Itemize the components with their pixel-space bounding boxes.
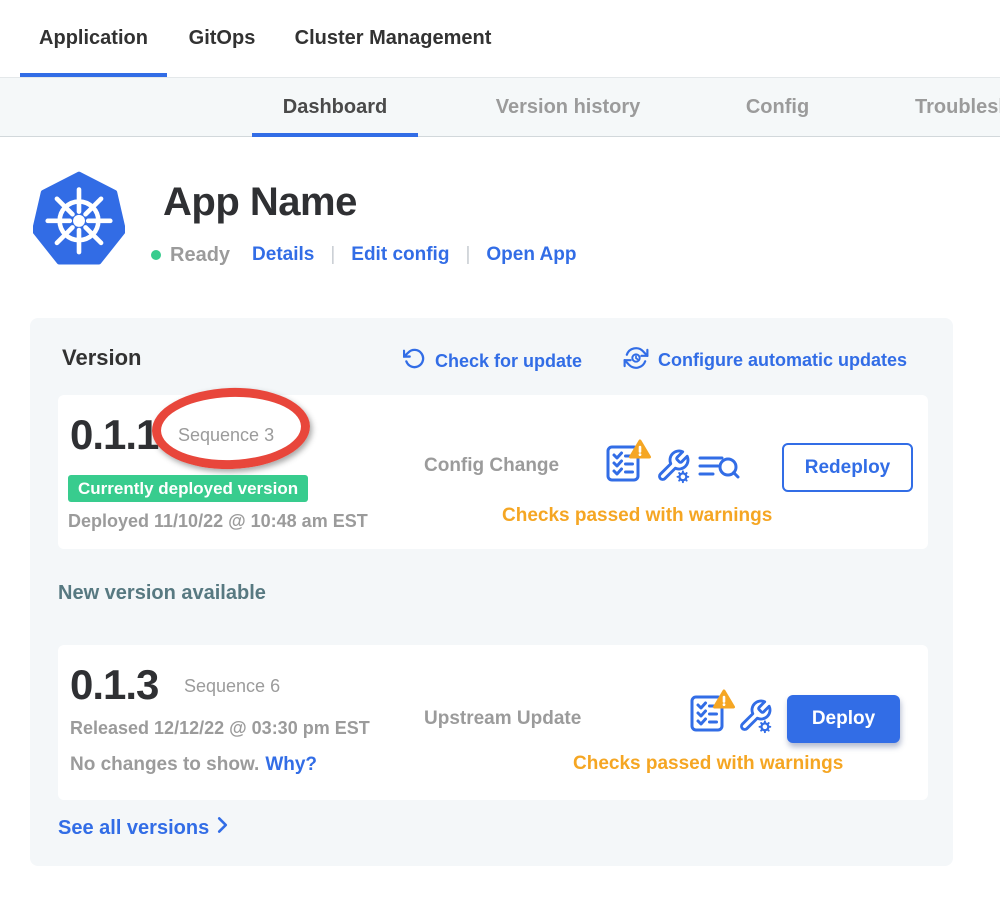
current-version-number: 0.1.1 [70,411,158,459]
configure-automatic-updates-label: Configure automatic updates [658,350,907,371]
link-divider: | [330,244,335,266]
sub-nav: Dashboard Version history Config Trouble… [0,77,1000,137]
tab-gitops-label: GitOps [189,27,256,50]
config-wrench-icon[interactable] [655,448,691,489]
tab-dashboard-label: Dashboard [283,96,387,119]
current-sequence-label: Sequence 3 [178,425,274,446]
link-divider: | [465,244,470,266]
auto-update-clock-icon [623,345,649,376]
app-window: Application GitOps Cluster Management Da… [0,0,1000,898]
tab-cluster-management[interactable]: Cluster Management [277,0,509,77]
config-wrench-icon[interactable] [737,698,773,739]
status-badge: Ready [170,244,230,267]
app-status-row: Ready Details | Edit config | Open App [151,240,576,270]
why-link[interactable]: Why? [265,754,317,775]
check-for-update-label: Check for update [435,351,582,372]
checks-warning-text: Checks passed with warnings [573,753,843,775]
kubernetes-logo [33,171,125,272]
current-version-card: 0.1.1 Sequence 3 Currently deployed vers… [58,395,928,549]
view-logs-icon[interactable] [698,452,740,489]
no-changes-label: No changes to show. [70,754,259,775]
edit-config-link[interactable]: Edit config [351,244,449,266]
tab-troubleshoot[interactable]: Troubleshoot [915,78,1000,137]
see-all-versions-label: See all versions [58,817,209,840]
open-app-link[interactable]: Open App [486,244,576,266]
new-version-heading: New version available [58,582,266,605]
check-for-update-button[interactable]: Check for update [403,347,582,375]
version-heading: Version [62,345,141,371]
currently-deployed-badge: Currently deployed version [68,475,308,502]
preflight-checks-warning-icon[interactable] [604,438,652,489]
change-type-label: Upstream Update [424,708,581,730]
status-ready-dot-icon [151,250,161,260]
deployed-timestamp: Deployed 11/10/22 @ 10:48 am EST [68,511,368,532]
no-changes-text: No changes to show. Why? [70,754,317,776]
chevron-right-icon [217,816,228,840]
tab-version-history[interactable]: Version history [468,78,668,137]
page-title: App Name [163,180,357,225]
change-type-label: Config Change [424,455,559,477]
tab-application[interactable]: Application [20,0,167,77]
details-link[interactable]: Details [252,244,314,266]
see-all-versions-link[interactable]: See all versions [58,816,228,840]
tab-config-label: Config [746,96,809,119]
tab-troubleshoot-label: Troubleshoot [915,96,1000,119]
tab-dashboard[interactable]: Dashboard [252,78,418,137]
tab-cluster-management-label: Cluster Management [295,27,492,50]
new-version-card: 0.1.3 Sequence 6 Released 12/12/22 @ 03:… [58,645,928,800]
redeploy-button[interactable]: Redeploy [782,443,913,492]
tab-gitops[interactable]: GitOps [167,0,277,77]
top-nav: Application GitOps Cluster Management [0,0,1000,77]
preflight-checks-warning-icon[interactable] [688,688,736,739]
tab-version-history-label: Version history [496,96,641,119]
version-panel: Version Check for update [30,318,953,866]
new-version-number: 0.1.3 [70,661,158,709]
new-sequence-label: Sequence 6 [184,676,280,697]
configure-automatic-updates-button[interactable]: Configure automatic updates [623,345,907,376]
released-timestamp: Released 12/12/22 @ 03:30 pm EST [70,718,370,739]
checks-warning-text: Checks passed with warnings [502,505,772,527]
tab-config[interactable]: Config [715,78,840,137]
deploy-button[interactable]: Deploy [787,695,900,743]
refresh-icon [403,347,426,375]
tab-application-label: Application [39,27,148,50]
